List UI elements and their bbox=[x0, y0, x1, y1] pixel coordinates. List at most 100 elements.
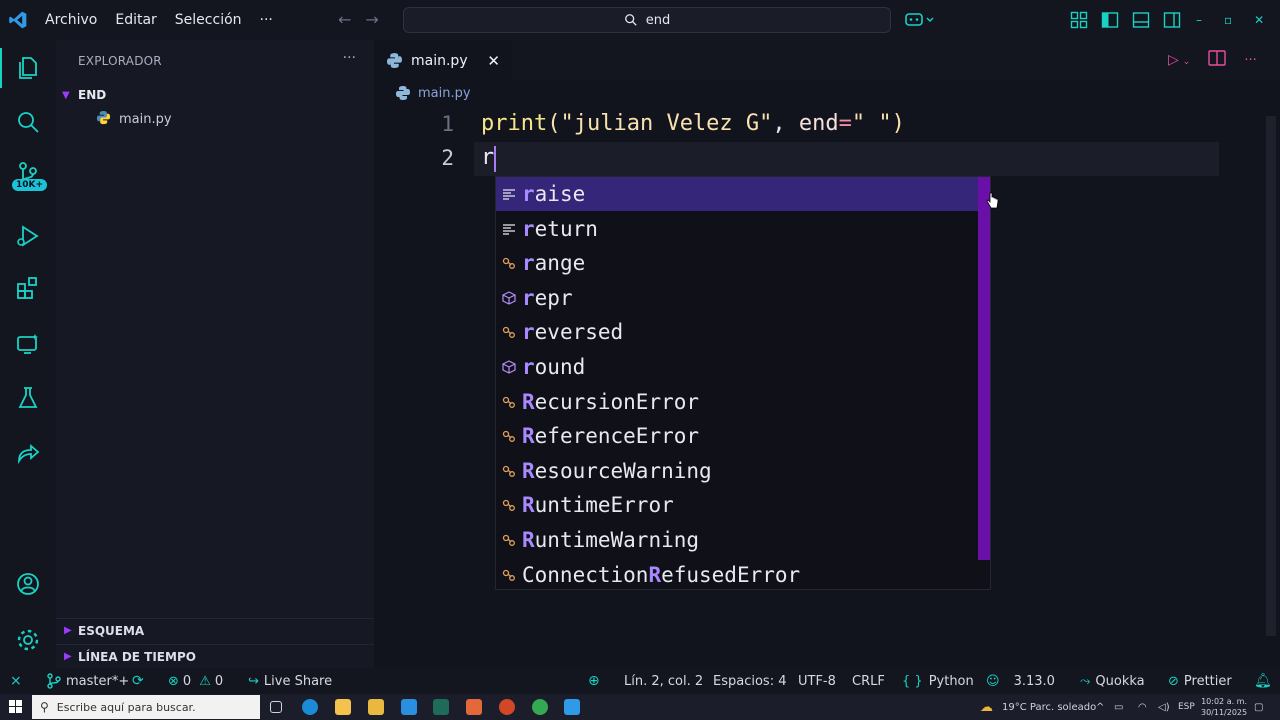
edge-icon[interactable] bbox=[302, 699, 318, 715]
suggestion-item[interactable]: RuntimeError bbox=[496, 488, 978, 522]
line-endings[interactable]: CRLF bbox=[852, 674, 885, 689]
branch-item[interactable]: master*+ bbox=[46, 673, 129, 689]
suggestion-item[interactable]: RuntimeWarning bbox=[496, 523, 978, 557]
suggestion-item[interactable]: RecursionError bbox=[496, 385, 978, 419]
code-token: " " bbox=[851, 111, 892, 136]
more-actions-icon[interactable]: ··· bbox=[343, 50, 356, 66]
suggestion-item[interactable]: ResourceWarning bbox=[496, 454, 978, 488]
quokka-item[interactable]: ⤳ Quokka bbox=[1080, 674, 1145, 689]
language-mode[interactable]: { } Python bbox=[902, 674, 974, 689]
suggest-scrollbar[interactable] bbox=[978, 177, 990, 560]
notifications-bell-icon[interactable]: 🔔︎ bbox=[1254, 673, 1272, 689]
toggle-secondary-sidebar-icon[interactable] bbox=[1163, 11, 1181, 29]
customize-layout-icon[interactable] bbox=[1070, 11, 1088, 29]
text-cursor bbox=[494, 146, 496, 172]
close-tab-icon[interactable]: ✕ bbox=[487, 52, 500, 70]
task-view-icon[interactable] bbox=[270, 701, 282, 713]
zoom-icon[interactable]: ⊕ bbox=[588, 673, 600, 689]
split-editor-icon[interactable] bbox=[1208, 50, 1227, 70]
suggestion-label: repr bbox=[522, 285, 573, 310]
quokka-label: Quokka bbox=[1095, 673, 1145, 689]
toggle-panel-icon[interactable] bbox=[1132, 11, 1150, 29]
suggestion-item[interactable]: ConnectionRefusedError bbox=[496, 558, 978, 592]
weather-text[interactable]: 19°C Parc. soleado bbox=[1002, 702, 1096, 713]
remote-explorer-icon[interactable] bbox=[12, 328, 44, 360]
suggestion-label: round bbox=[522, 355, 586, 379]
tab-main-py[interactable]: main.py ✕ bbox=[374, 40, 512, 80]
language-indicator[interactable]: ESP bbox=[1178, 702, 1195, 712]
copilot-icon[interactable] bbox=[904, 0, 934, 40]
mail-icon[interactable] bbox=[401, 699, 417, 715]
menu-editar[interactable]: Editar bbox=[106, 12, 165, 28]
prettier-item[interactable]: ⊘ Prettier bbox=[1168, 674, 1232, 689]
chrome-icon[interactable] bbox=[532, 699, 548, 715]
file-explorer-icon[interactable] bbox=[335, 699, 351, 715]
taskbar-search[interactable]: ⚲ Escribe aquí para buscar. bbox=[32, 695, 260, 719]
suggestion-item[interactable]: raise bbox=[496, 177, 978, 211]
function-kind-icon bbox=[496, 291, 522, 305]
store-icon[interactable] bbox=[368, 699, 384, 715]
run-python-icon[interactable]: ▷ ⌄ bbox=[1168, 52, 1190, 68]
cursor-position[interactable]: Lín. 2, col. 2 bbox=[624, 674, 703, 689]
encoding[interactable]: UTF-8 bbox=[798, 674, 836, 689]
powerpoint-icon[interactable] bbox=[499, 699, 515, 715]
outline-section[interactable]: ▶ ESQUEMA bbox=[56, 618, 374, 642]
code-token: ) bbox=[891, 111, 905, 136]
file-row-main-py[interactable]: main.py bbox=[56, 108, 374, 130]
toggle-primary-sidebar-icon[interactable] bbox=[1101, 11, 1119, 29]
back-arrow-icon[interactable]: ← bbox=[338, 10, 351, 29]
search-icon bbox=[624, 14, 637, 26]
suggestion-item[interactable]: repr bbox=[496, 281, 978, 315]
close-window-icon[interactable]: ✕ bbox=[1254, 13, 1264, 27]
indentation[interactable]: Espacios: 4 bbox=[713, 674, 786, 689]
suggestion-item[interactable]: ReferenceError bbox=[496, 419, 978, 453]
testing-icon[interactable] bbox=[12, 382, 44, 414]
explorer-icon[interactable] bbox=[12, 52, 44, 84]
editor-scrollbar[interactable] bbox=[1266, 116, 1276, 636]
python-version-item[interactable]: ☺ 3.13.0 bbox=[986, 674, 1055, 689]
extensions-icon[interactable] bbox=[12, 272, 44, 304]
live-share-item[interactable]: ↪ Live Share bbox=[248, 674, 332, 689]
timeline-section[interactable]: ▶ LÍNEA DE TIEMPO bbox=[56, 644, 374, 668]
clock[interactable]: 10:02 a. m. 30/11/2025 bbox=[1201, 696, 1247, 718]
app-orange-icon[interactable] bbox=[466, 699, 482, 715]
editor-more-icon[interactable]: ··· bbox=[1244, 53, 1256, 68]
remote-icon[interactable]: ⨯ bbox=[10, 673, 22, 689]
menu-archivo[interactable]: Archivo bbox=[36, 12, 106, 28]
menu-bar: Archivo Editar Selección ··· bbox=[36, 0, 282, 40]
chevron-right-icon: ▶ bbox=[64, 651, 72, 662]
live-share-icon: ↪ bbox=[248, 673, 259, 689]
command-center-search[interactable]: end bbox=[403, 7, 891, 33]
clock-date: 30/11/2025 bbox=[1201, 708, 1248, 717]
menu-seleccion[interactable]: Selección bbox=[166, 12, 251, 28]
accounts-icon[interactable] bbox=[12, 568, 44, 600]
search-view-icon[interactable] bbox=[12, 106, 44, 138]
tray-chevron-icon[interactable]: ^ bbox=[1096, 702, 1104, 713]
menu-more[interactable]: ··· bbox=[251, 12, 282, 28]
suggestion-item[interactable]: return bbox=[496, 212, 978, 246]
folder-row[interactable]: ▼ END bbox=[56, 84, 374, 106]
source-control-badge: 10K+ bbox=[12, 179, 48, 191]
suggestion-item[interactable]: round bbox=[496, 350, 978, 384]
restore-icon[interactable]: ▫ bbox=[1224, 13, 1232, 27]
forward-arrow-icon[interactable]: → bbox=[365, 10, 378, 29]
problems-item[interactable]: ⊗ 0 ⚠ 0 bbox=[168, 674, 223, 689]
live-share-icon[interactable] bbox=[12, 438, 44, 470]
weather-icon: ☁ bbox=[980, 699, 993, 715]
windows-start-icon[interactable] bbox=[9, 700, 22, 716]
keyword-kind-icon bbox=[496, 223, 522, 235]
breadcrumb-file[interactable]: main.py bbox=[418, 86, 471, 101]
clock-time: 10:02 a. m. bbox=[1201, 697, 1248, 706]
suggestion-item[interactable]: reversed bbox=[496, 315, 978, 349]
vscode-taskbar-icon[interactable] bbox=[564, 699, 580, 715]
code-token: print bbox=[481, 111, 548, 136]
suggestion-label: ConnectionRefusedError bbox=[522, 562, 801, 587]
suggestion-item[interactable]: range bbox=[496, 246, 978, 280]
line-number: 1 bbox=[441, 112, 454, 136]
terminal-app-icon[interactable] bbox=[433, 699, 449, 715]
sync-icon[interactable]: ⟳ bbox=[132, 673, 144, 689]
settings-gear-icon[interactable] bbox=[12, 624, 44, 656]
run-debug-icon[interactable] bbox=[12, 220, 44, 252]
notifications-icon[interactable]: ▢ bbox=[1254, 702, 1263, 713]
minimize-icon[interactable]: – bbox=[1196, 13, 1202, 27]
